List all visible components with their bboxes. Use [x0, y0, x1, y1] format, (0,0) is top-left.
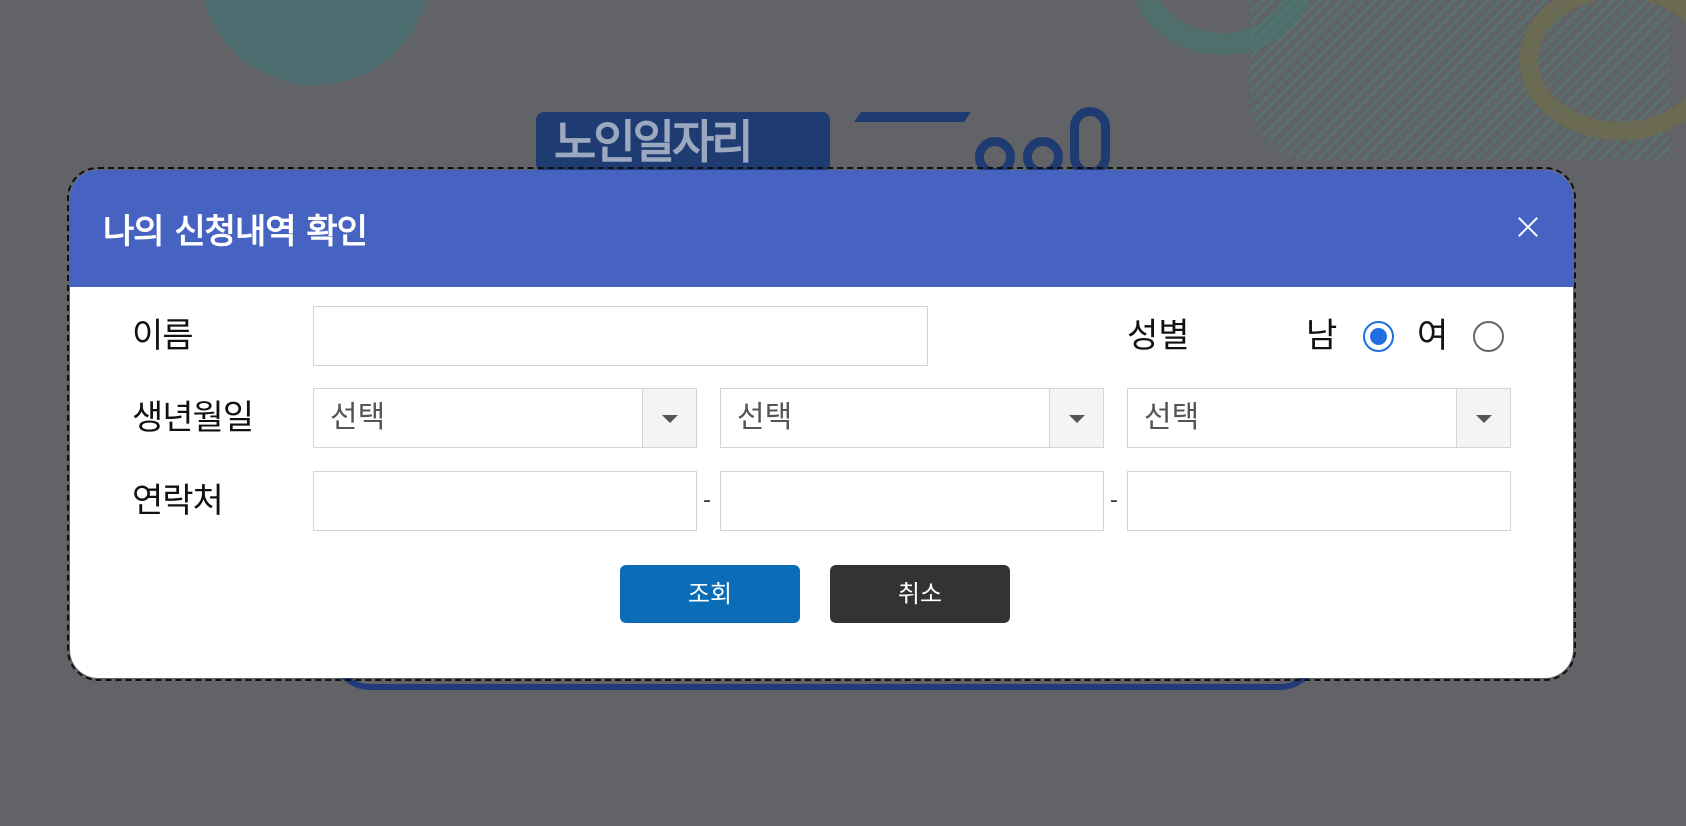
gender-label: 성별: [1127, 316, 1190, 356]
name-label: 이름: [132, 316, 194, 356]
chevron-down-icon: [1049, 389, 1103, 447]
gender-male-radio[interactable]: [1363, 321, 1394, 352]
select-value: 선택: [330, 400, 386, 435]
name-input[interactable]: [313, 306, 928, 366]
select-value: 선택: [1144, 400, 1200, 435]
select-value: 선택: [737, 400, 793, 435]
phone-part2-input[interactable]: [720, 471, 1104, 531]
search-button[interactable]: 조회: [620, 565, 800, 623]
phone-separator: -: [1110, 488, 1118, 513]
birth-month-select[interactable]: 선택: [720, 388, 1104, 448]
phone-label: 연락처: [132, 481, 224, 521]
site-logo: 노인일자리: [536, 112, 830, 172]
cancel-button[interactable]: 취소: [830, 565, 1010, 623]
logo-decoration: [975, 107, 1110, 177]
birth-year-select[interactable]: 선택: [313, 388, 697, 448]
gender-male-label: 남: [1306, 316, 1338, 356]
chevron-down-icon: [642, 389, 696, 447]
name-row: 이름 성별 남 여: [70, 306, 1573, 366]
gender-female-label: 여: [1417, 316, 1449, 356]
phone-row: 연락처 - -: [70, 471, 1573, 531]
birth-label: 생년월일: [132, 398, 254, 438]
phone-part1-input[interactable]: [313, 471, 697, 531]
birth-day-select[interactable]: 선택: [1127, 388, 1511, 448]
phone-part3-input[interactable]: [1127, 471, 1511, 531]
application-lookup-modal: 나의 신청내역 확인 이름 성별 남 여 생년월일 선택 선택 선택 연락처 -: [67, 167, 1576, 681]
background-decoration: [200, 0, 430, 85]
gender-female-radio[interactable]: [1473, 321, 1504, 352]
modal-title: 나의 신청내역 확인: [103, 212, 368, 252]
phone-separator: -: [703, 488, 711, 513]
chevron-down-icon: [1456, 389, 1510, 447]
close-icon[interactable]: [1513, 212, 1543, 242]
birth-row: 생년월일 선택 선택 선택: [70, 388, 1573, 448]
modal-header: 나의 신청내역 확인: [70, 170, 1573, 287]
logo-decoration: [818, 112, 972, 172]
